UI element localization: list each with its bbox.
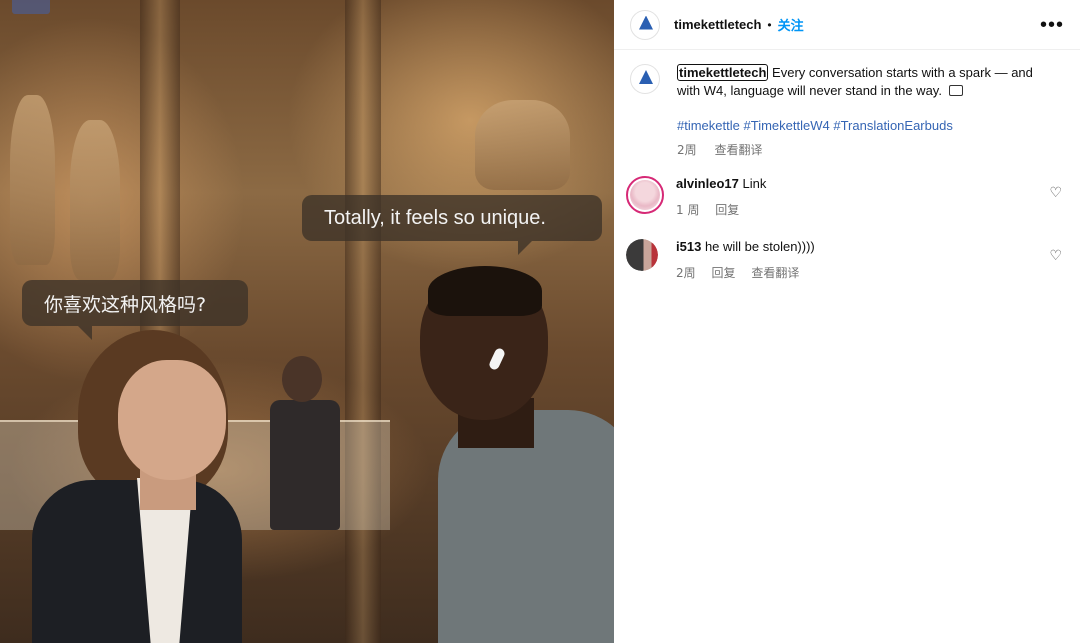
woman-body (32, 480, 242, 643)
hashtag-list: #timekettle #TimekettleW4 #TranslationEa… (677, 117, 1057, 135)
post-header: timekettletech • 关注 ••• (614, 0, 1080, 50)
speech-bubble-chinese: 你喜欢这种风格吗? (22, 280, 248, 340)
watermark-logo (12, 0, 50, 14)
speech-bubble-english: Totally, it feels so unique. (302, 195, 602, 255)
avatar[interactable] (626, 239, 658, 271)
reply-button[interactable]: 回复 (711, 266, 735, 280)
hashtag-link[interactable]: #TimekettleW4 (744, 118, 830, 133)
comment-item: i513 he will be stolen)))) 2周 回复 查看翻译 ♡ (626, 239, 1068, 281)
comment-time: 1 周 (676, 203, 700, 217)
post-caption-block: timekettletech Every conversation starts… (630, 64, 1070, 159)
follow-button[interactable]: 关注 (778, 15, 804, 34)
comment-meta: 1 周 回复 (676, 201, 766, 218)
comment-item: alvinleo17 Link 1 周 回复 ♡ (626, 176, 1068, 218)
background-person-head (282, 356, 322, 402)
comment-username[interactable]: alvinleo17 (676, 176, 739, 191)
translate-link[interactable]: 查看翻译 (751, 266, 799, 280)
avatar[interactable] (630, 64, 660, 94)
statue (70, 120, 120, 280)
translate-link[interactable]: 查看翻译 (714, 143, 762, 157)
avatar-image (630, 180, 660, 210)
statue (475, 100, 570, 190)
post-time: 2周 (677, 143, 697, 157)
reply-button[interactable]: 回复 (715, 203, 739, 217)
like-heart-icon[interactable]: ♡ (1049, 247, 1062, 264)
speech-bubble-icon (948, 85, 963, 96)
more-horizontal-icon[interactable]: ••• (1040, 14, 1064, 37)
avatar[interactable] (630, 9, 660, 40)
header-username[interactable]: timekettletech (674, 17, 761, 32)
comment-text: he will be stolen)))) (704, 239, 815, 254)
statue (10, 95, 55, 265)
post-meta: 2周 查看翻译 (677, 141, 1057, 159)
comment-meta: 2周 回复 查看翻译 (676, 264, 815, 281)
like-heart-icon[interactable]: ♡ (1049, 184, 1062, 201)
speech-bubble-text: Totally, it feels so unique. (324, 206, 546, 229)
avatar[interactable] (626, 176, 664, 214)
woman-face (118, 360, 226, 480)
hashtag-link[interactable]: #timekettle (677, 118, 740, 133)
background-person (270, 400, 340, 530)
separator-dot: • (767, 17, 772, 32)
post-side-panel: timekettletech • 关注 ••• timekettletech E… (614, 0, 1080, 643)
timekettle-logo-icon (639, 15, 653, 30)
comment-text: Link (742, 176, 767, 191)
background-pillar (345, 0, 381, 643)
post-image: Totally, it feels so unique. 你喜欢这种风格吗? (0, 0, 614, 643)
speech-bubble-text: 你喜欢这种风格吗? (44, 293, 207, 316)
hashtag-link[interactable]: #TranslationEarbuds (833, 118, 952, 133)
man-hair (428, 266, 542, 316)
caption-username[interactable]: timekettletech (677, 64, 769, 81)
avatar-image (626, 239, 658, 271)
comment-username[interactable]: i513 (676, 239, 701, 254)
timekettle-logo-icon (639, 70, 653, 84)
comment-time: 2周 (676, 266, 696, 280)
